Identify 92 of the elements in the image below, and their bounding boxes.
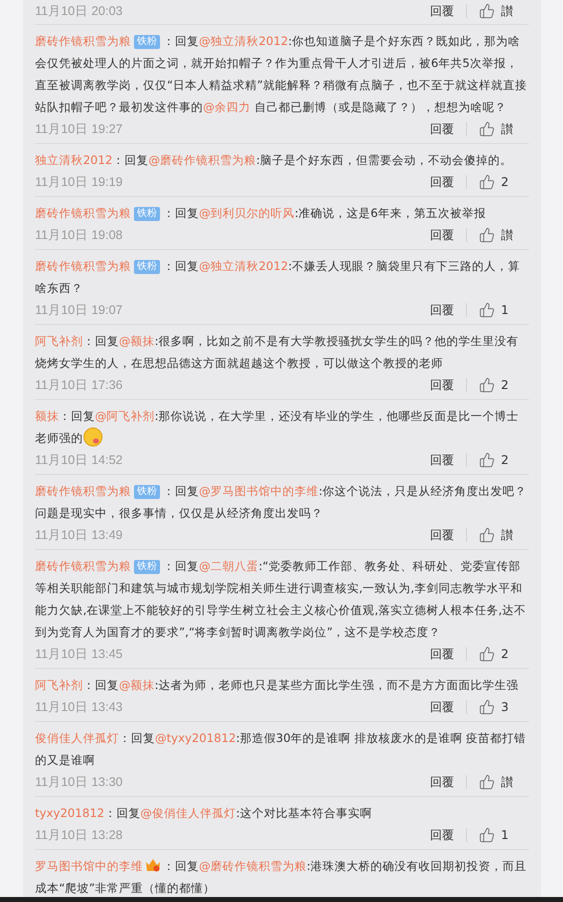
username-link[interactable]: 独立清秋2012 [35, 153, 113, 167]
mention-link[interactable]: @独立清秋2012 [199, 34, 288, 48]
reply-link[interactable]: 回覆 [430, 452, 454, 468]
emoji-icon [83, 427, 103, 447]
mention-link[interactable]: @额抹 [119, 678, 155, 692]
comment-text: tyxy201812：回复@俊俏佳人伴孤灯:这个对比基本符合事实啊 [35, 805, 373, 822]
username-link[interactable]: 磨砖作镜积雪为粮 [35, 259, 131, 273]
thumbs-up-icon[interactable] [479, 302, 495, 318]
reply-link[interactable]: 回覆 [430, 826, 454, 844]
mention-link[interactable]: @磨砖作镜积雪为粮 [148, 153, 256, 167]
comment-date: 11月10日 13:43 [35, 698, 124, 716]
comment-text: 罗马图书馆中的李维 ：回复@磨砖作镜积雪为粮:港珠澳大桥的确没有收回期初投资，而且成本“爬坡”非常严重（懂的都懂） [35, 857, 528, 897]
mention-link[interactable]: @俊俏佳人伴孤灯 [140, 806, 236, 820]
comment-date: 11月10日 19:07 [35, 302, 124, 318]
like-count[interactable]: 3 [501, 700, 529, 714]
thumbs-up-icon[interactable] [479, 3, 495, 19]
comment-text: 磨砖作镜积雪为粮 铁粉 ：回复@独立清秋2012:你也知道脑子是个好东西？既如此，那为啥会仅凭被处理人的片面之词，就开始扣帽子？作为重点骨干人才引进后，被6年共5次举报，直至被调离教学岗，仅仅“日本人精益求精”就能解释？稍微有点脑子，也不至于就这样就直接站队扣帽子吧？最初发这件事的@余四力 自己都已删博（或是隐藏了？），想想为啥呢？ [35, 33, 528, 116]
comment-date: 11月10日 19:08 [35, 226, 124, 244]
thumbs-up-icon[interactable] [479, 452, 495, 468]
like-count[interactable]: 2 [501, 453, 529, 467]
mention-link[interactable]: @tyxy201812 [155, 731, 236, 745]
comment-date: 11月10日 20:03 [35, 2, 124, 20]
mention-link[interactable]: @罗马图书馆中的李维 [199, 484, 319, 498]
thumbs-up-icon[interactable] [479, 646, 495, 662]
comment-text: 阿飞补剂：回复@额抹:很多啊，比如之前不是有大学教授骚扰女学生的吗？他的学生里没有烧烤女学生的人，在思想品德这方面就超越这个教授，可以做这个教授的老师 [35, 333, 520, 372]
comment-text: 阿飞补剂：回复@额抹:达者为师，老师也只是某些方面比学生强，而不是方方面面比学生强 [35, 677, 520, 694]
fan-badge: 铁粉 [134, 35, 160, 49]
thumbs-up-icon[interactable] [479, 377, 495, 393]
thumbs-up-icon[interactable] [479, 227, 495, 243]
like-count[interactable]: 讃 [501, 226, 529, 244]
thumbs-up-icon[interactable] [479, 827, 495, 843]
like-count[interactable]: 讃 [501, 2, 529, 20]
like-count[interactable]: 2 [501, 647, 529, 661]
comment-text: 额抹：回复@阿飞补剂:那你说说，在大学里，还没有毕业的学生，他哪些反面是比一个博士老师强的 [35, 408, 520, 449]
reply-link[interactable]: 回覆 [430, 226, 454, 244]
username-link[interactable]: 阿飞补剂 [35, 678, 83, 692]
username-link[interactable]: 阿飞补剂 [35, 334, 83, 348]
comment-date: 11月10日 13:28 [35, 826, 124, 844]
reply-link[interactable]: 回覆 [430, 526, 454, 544]
fan-badge: 铁粉 [134, 560, 160, 574]
reply-link[interactable]: 回覆 [430, 302, 454, 318]
username-link[interactable]: 磨砖作镜积雪为粮 [35, 484, 131, 498]
reply-link[interactable]: 回覆 [430, 698, 454, 716]
comment-date: 11月10日 19:27 [35, 120, 124, 138]
comment-text: 磨砖作镜积雪为粮 铁粉 ：回复@二朝八蛋:“党委教师工作部、教务处、科研处、党委宣传部等相关职能部门和建筑与城市规划学院相关师生进行调查核实,一致认为,李剑同志教学水平和能力欠缺,在课堂上不能较好的引导学生树立社会主义核心价值观,落实立德树人根本任务,达不到为党育人为国育才的要求”,“将李剑暂时调离教学岗位”，这不是学校态度？ [35, 558, 528, 641]
like-count[interactable]: 1 [501, 828, 529, 842]
like-count[interactable]: 2 [501, 175, 529, 189]
reply-link[interactable]: 回覆 [430, 646, 454, 662]
comment-text: 磨砖作镜积雪为粮 铁粉 ：回复@罗马图书馆中的李维:你这个说法，只是从经济角度出发吧？问题是现实中，很多事情，仅仅是从经济角度出发吗？ [35, 483, 528, 522]
reply-link[interactable]: 回覆 [430, 774, 454, 790]
mention-link[interactable]: @到利贝尔的听风 [199, 206, 295, 220]
like-count[interactable]: 1 [501, 303, 529, 317]
comment-date: 11月10日 17:36 [35, 376, 124, 394]
comment-date: 11月10日 13:45 [35, 646, 124, 662]
reply-link[interactable]: 回覆 [430, 2, 454, 20]
comment-date: 11月10日 13:30 [35, 774, 124, 790]
comment-text: 磨砖作镜积雪为粮 铁粉 ：回复@独立清秋2012:不嫌丢人现眼？脑袋里只有下三路的人，算啥东西？ [35, 258, 522, 297]
reply-link[interactable]: 回覆 [430, 376, 454, 394]
mention-link[interactable]: @余四力 [203, 100, 251, 114]
thumbs-up-icon[interactable] [479, 699, 495, 715]
thumbs-up-icon[interactable] [479, 527, 495, 543]
like-count[interactable]: 2 [501, 378, 529, 392]
comment-date: 11月10日 14:52 [35, 452, 124, 468]
thumbs-up-icon[interactable] [479, 121, 495, 137]
mention-link[interactable]: @二朝八蛋 [199, 559, 259, 573]
mention-link[interactable]: @独立清秋2012 [199, 259, 288, 273]
username-link[interactable]: 罗马图书馆中的李维 [35, 859, 143, 873]
username-link[interactable]: 俊俏佳人伴孤灯 [35, 731, 119, 745]
thumbs-up-icon[interactable] [479, 774, 495, 790]
mention-link[interactable]: @阿飞补剂 [95, 409, 155, 423]
reply-link[interactable]: 回覆 [430, 174, 454, 190]
username-link[interactable]: 磨砖作镜积雪为粮 [35, 34, 131, 48]
comment-date: 11月10日 13:49 [35, 526, 124, 544]
thumbs-up-icon[interactable] [479, 174, 495, 190]
mention-link[interactable]: @额抹 [119, 334, 155, 348]
mention-link[interactable]: @磨砖作镜积雪为粮 [199, 859, 307, 873]
like-count[interactable]: 讃 [501, 120, 529, 138]
reply-link[interactable]: 回覆 [430, 120, 454, 138]
comment-text: 独立清秋2012：回复@磨砖作镜积雪为粮:脑子是个好东西，但需要会动，不动会傻掉的。 [35, 152, 514, 169]
comment-text: 磨砖作镜积雪为粮 铁粉 ：回复@到利贝尔的听风:准确说，这是6年来，第五次被举报 [35, 205, 487, 223]
fan-badge: 铁粉 [134, 207, 160, 221]
username-link[interactable]: tyxy201812 [35, 806, 104, 820]
crown-icon [145, 858, 161, 872]
fan-badge: 铁粉 [134, 260, 160, 274]
like-count[interactable]: 讃 [501, 774, 529, 790]
comment-date: 11月10日 19:19 [35, 174, 124, 190]
username-link[interactable]: 磨砖作镜积雪为粮 [35, 206, 131, 220]
username-link[interactable]: 磨砖作镜积雪为粮 [35, 559, 131, 573]
username-link[interactable]: 额抹 [35, 409, 59, 423]
comment-text: 俊俏佳人伴孤灯：回复@tyxy201812:那造假30年的是谁啊 排放核废水的是谁啊 疫苗都打错的又是谁啊 [35, 730, 528, 769]
fan-badge: 铁粉 [134, 485, 160, 499]
like-count[interactable]: 讃 [501, 526, 529, 544]
